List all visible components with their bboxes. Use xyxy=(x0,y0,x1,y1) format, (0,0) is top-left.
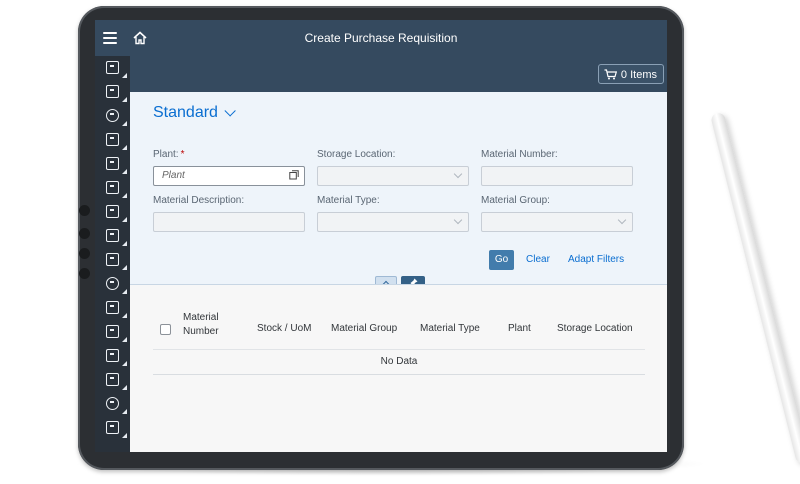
column-header-plant[interactable]: Plant xyxy=(508,323,531,334)
rail-item-notebook[interactable] xyxy=(95,320,130,344)
column-header-storage-location[interactable]: Storage Location xyxy=(557,323,633,334)
chevron-down-icon xyxy=(453,215,463,225)
rail-item-location[interactable] xyxy=(95,392,130,416)
material-group-select[interactable] xyxy=(481,212,633,232)
submenu-indicator-icon xyxy=(122,121,127,126)
location-icon xyxy=(106,109,119,122)
storage-location-label: Storage Location: xyxy=(317,149,396,160)
submenu-indicator-icon xyxy=(122,361,127,366)
package-icon xyxy=(106,373,119,386)
clear-button[interactable]: Clear xyxy=(526,254,550,265)
column-header-material-group[interactable]: Material Group xyxy=(331,323,397,334)
adapt-filters-button[interactable]: Adapt Filters xyxy=(568,254,624,265)
plant-placeholder: Plant xyxy=(162,170,185,181)
select-all-checkbox[interactable] xyxy=(160,324,171,335)
submenu-indicator-icon xyxy=(122,433,127,438)
checkmark-circle-icon xyxy=(106,277,119,290)
submenu-indicator-icon xyxy=(122,313,127,318)
table-header-row: Material Number Stock / UoM Material Gro… xyxy=(153,311,645,350)
material-description-label: Material Description: xyxy=(153,195,245,206)
tablet-side-button xyxy=(79,268,90,279)
submenu-indicator-icon xyxy=(122,409,127,414)
rail-item-package[interactable] xyxy=(95,80,130,104)
column-header-material-number[interactable]: Material Number xyxy=(183,311,243,339)
shell-bar: Create Purchase Requisition xyxy=(95,20,667,56)
chevron-down-icon xyxy=(617,215,627,225)
results-table: Material Number Stock / UoM Material Gro… xyxy=(153,311,645,375)
cart-icon xyxy=(604,69,617,80)
location-icon xyxy=(106,397,119,410)
plant-label: Plant: * xyxy=(153,149,185,160)
app-screen: Create Purchase Requisition 0 Items Stan… xyxy=(95,20,667,452)
tablet-side-button xyxy=(79,228,90,239)
material-description-input[interactable] xyxy=(153,212,305,232)
cart-count-label: 0 Items xyxy=(620,69,657,81)
rail-item-package[interactable] xyxy=(95,368,130,392)
tablet-side-button xyxy=(79,248,90,259)
package-icon xyxy=(106,85,119,98)
goods-receipt-icon xyxy=(106,181,119,194)
material-group-label: Material Group: xyxy=(481,195,550,206)
tools-icon xyxy=(106,157,119,170)
clipboard-icon xyxy=(106,253,119,266)
rail-item-money-document[interactable] xyxy=(95,224,130,248)
chevron-down-icon xyxy=(453,169,463,179)
value-help-icon[interactable] xyxy=(289,170,299,180)
rail-item-document[interactable] xyxy=(95,200,130,224)
rail-item-location[interactable] xyxy=(95,104,130,128)
rail-item-invoice[interactable] xyxy=(95,296,130,320)
submenu-indicator-icon xyxy=(122,385,127,390)
submenu-indicator-icon xyxy=(122,169,127,174)
variant-selector[interactable]: Standard xyxy=(153,104,236,122)
stamp-icon xyxy=(106,133,119,146)
rail-item-clipboard[interactable] xyxy=(95,248,130,272)
submenu-indicator-icon xyxy=(122,217,127,222)
no-data-row: No Data xyxy=(153,350,645,375)
document-icon xyxy=(106,205,119,218)
stylus-pencil xyxy=(710,111,800,465)
plant-input[interactable]: Plant xyxy=(153,166,305,186)
results-area: Material Number Stock / UoM Material Gro… xyxy=(130,285,667,452)
submenu-indicator-icon xyxy=(122,289,127,294)
rail-item-goods-receipt[interactable] xyxy=(95,176,130,200)
column-header-material-type[interactable]: Material Type xyxy=(420,323,480,334)
chevron-down-icon xyxy=(224,105,236,117)
invoice-icon xyxy=(106,301,119,314)
header-toolbar: 0 Items xyxy=(130,56,667,92)
submenu-indicator-icon xyxy=(122,73,127,78)
submenu-indicator-icon xyxy=(122,337,127,342)
submenu-indicator-icon xyxy=(122,241,127,246)
rail-item-checkmark-circle[interactable] xyxy=(95,272,130,296)
variant-label: Standard xyxy=(153,104,218,121)
money-document-icon xyxy=(106,229,119,242)
inbox-icon xyxy=(106,421,119,434)
submenu-indicator-icon xyxy=(122,145,127,150)
material-type-label: Material Type: xyxy=(317,195,380,206)
tablet-side-button xyxy=(79,205,90,216)
rail-item-truck[interactable] xyxy=(95,344,130,368)
storage-location-select[interactable] xyxy=(317,166,469,186)
notebook-icon xyxy=(106,325,119,338)
go-button[interactable]: Go xyxy=(489,250,514,270)
id-card-icon xyxy=(106,61,119,74)
cart-button[interactable]: 0 Items xyxy=(597,64,664,84)
page-title: Create Purchase Requisition xyxy=(304,31,458,45)
rail-item-id-card[interactable] xyxy=(95,56,130,80)
required-marker: * xyxy=(180,149,185,160)
truck-icon xyxy=(106,349,119,362)
material-type-select[interactable] xyxy=(317,212,469,232)
rail-item-tools[interactable] xyxy=(95,152,130,176)
rail-item-stamp[interactable] xyxy=(95,128,130,152)
submenu-indicator-icon xyxy=(122,97,127,102)
submenu-indicator-icon xyxy=(122,193,127,198)
column-header-stock-uom[interactable]: Stock / UoM xyxy=(257,323,311,334)
filter-bar: Standard Plant: * Plant Storage Location:… xyxy=(130,92,667,290)
side-navigation-rail xyxy=(95,56,130,452)
rail-item-inbox[interactable] xyxy=(95,416,130,440)
material-number-label: Material Number: xyxy=(481,149,558,160)
submenu-indicator-icon xyxy=(122,265,127,270)
material-number-input[interactable] xyxy=(481,166,633,186)
